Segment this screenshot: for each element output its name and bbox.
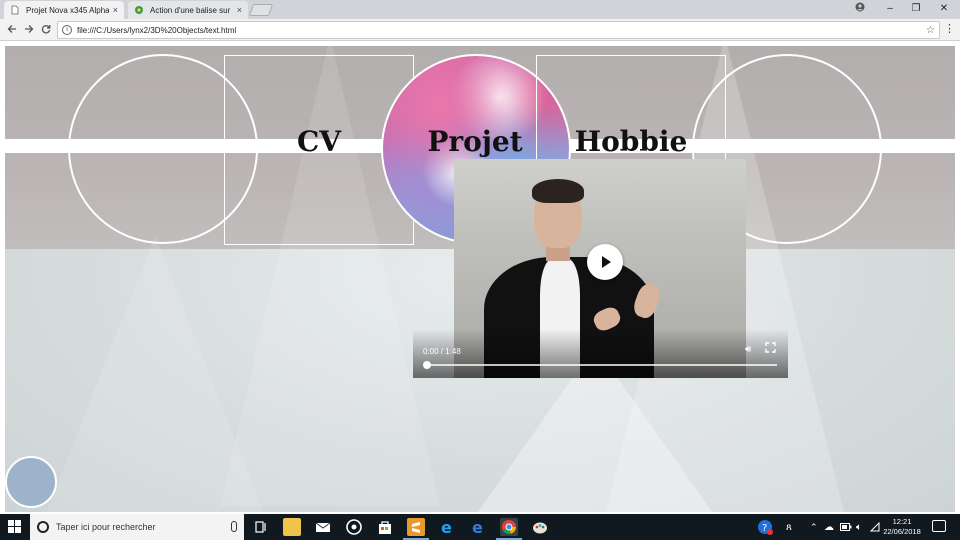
new-tab-button[interactable] [248,4,274,16]
volume-icon[interactable]: 🔊︎ [745,344,751,355]
file-explorer-icon[interactable] [283,518,301,536]
tray-chevron-up-icon[interactable]: ⌃ [810,514,818,540]
windows-taskbar: Taper ici pour rechercher e e ? ጸ ⌃ ☁ 🔈︎ [0,514,960,540]
wifi-icon[interactable] [870,514,880,540]
ie-icon[interactable]: e [438,518,456,537]
svg-text:e: e [472,518,483,536]
action-center-icon[interactable] [932,520,946,532]
video-time: 0:00 / 1:48 [423,347,461,356]
video-controls: 0:00 / 1:48 🔊︎ [413,329,788,378]
svg-text:e: e [441,518,452,536]
chrome-icon[interactable] [496,518,522,540]
store-icon[interactable] [376,518,394,536]
microphone-icon[interactable] [231,521,237,532]
info-icon[interactable]: i [62,25,72,35]
tab-projet-nova[interactable]: Projet Nova x345 Alpha o × [4,1,124,19]
media-icon[interactable] [345,518,363,536]
help-icon[interactable]: ? [756,518,774,536]
video-progress-bar[interactable] [427,364,777,366]
site-favicon-icon [135,6,143,14]
back-icon[interactable] [4,22,20,38]
people-icon[interactable]: ጸ [786,514,792,540]
svg-text:?: ? [762,523,767,534]
forward-icon[interactable] [21,22,37,38]
address-bar[interactable]: i file:///C:/Users/lynx2/3D%20Objects/te… [57,21,940,39]
sublime-icon[interactable] [403,518,429,540]
address-url: file:///C:/Users/lynx2/3D%20Objects/text… [77,25,237,35]
tab-title: Action d'une balise sur u [150,5,233,15]
onedrive-icon[interactable]: ☁ [824,514,834,540]
mail-icon[interactable] [314,518,332,536]
clock-date: 22/06/2018 [883,527,921,536]
paint-icon[interactable] [531,518,549,536]
minimize-button[interactable]: – [878,2,902,16]
battery-icon[interactable] [840,514,852,540]
browser-toolbar: i file:///C:/Users/lynx2/3D%20Objects/te… [0,19,960,41]
tab-title: Projet Nova x345 Alpha o [26,5,109,15]
clock-time: 12:21 [892,517,912,526]
page-viewport: CV Projet Hobbie 0:00 / 1:48 🔊︎ [5,46,955,512]
close-tab-icon[interactable]: × [113,5,118,15]
play-button[interactable] [587,244,623,280]
chrome-menu-icon[interactable]: ⋮ [944,22,955,38]
fullscreen-icon[interactable] [765,342,777,354]
taskbar-search-box[interactable]: Taper ici pour rechercher [30,514,244,540]
reload-icon[interactable] [38,22,54,38]
video-person-hair [532,179,584,203]
windows-start-icon[interactable] [8,520,22,534]
tab-strip: Projet Nova x345 Alpha o × Action d'une … [0,0,960,19]
close-tab-icon[interactable]: × [237,5,242,15]
task-view-icon[interactable] [252,518,270,536]
cortana-icon [37,521,49,533]
edge-icon[interactable]: e [469,518,487,537]
video-progress-thumb[interactable] [423,361,431,369]
maximize-button[interactable]: ❐ [904,2,928,16]
video-player[interactable]: 0:00 / 1:48 🔊︎ [413,159,788,378]
blue-circle-button[interactable] [5,456,57,508]
page-icon [11,5,19,15]
profile-icon[interactable] [848,2,872,16]
taskbar-search-placeholder: Taper ici pour rechercher [56,522,156,532]
nav-link-projet[interactable]: Projet [405,124,545,160]
volume-tray-icon[interactable]: 🔈︎ [856,514,862,540]
nav-link-cv[interactable]: CV [259,124,379,160]
decor-triangle [45,236,265,512]
tab-action-balise[interactable]: Action d'une balise sur u × [128,1,248,19]
close-window-button[interactable]: ✕ [932,2,956,16]
nav-link-hobbie[interactable]: Hobbie [561,124,701,160]
bookmark-star-icon[interactable]: ☆ [926,25,935,36]
taskbar-clock[interactable]: 12:21 22/06/2018 [880,517,924,537]
